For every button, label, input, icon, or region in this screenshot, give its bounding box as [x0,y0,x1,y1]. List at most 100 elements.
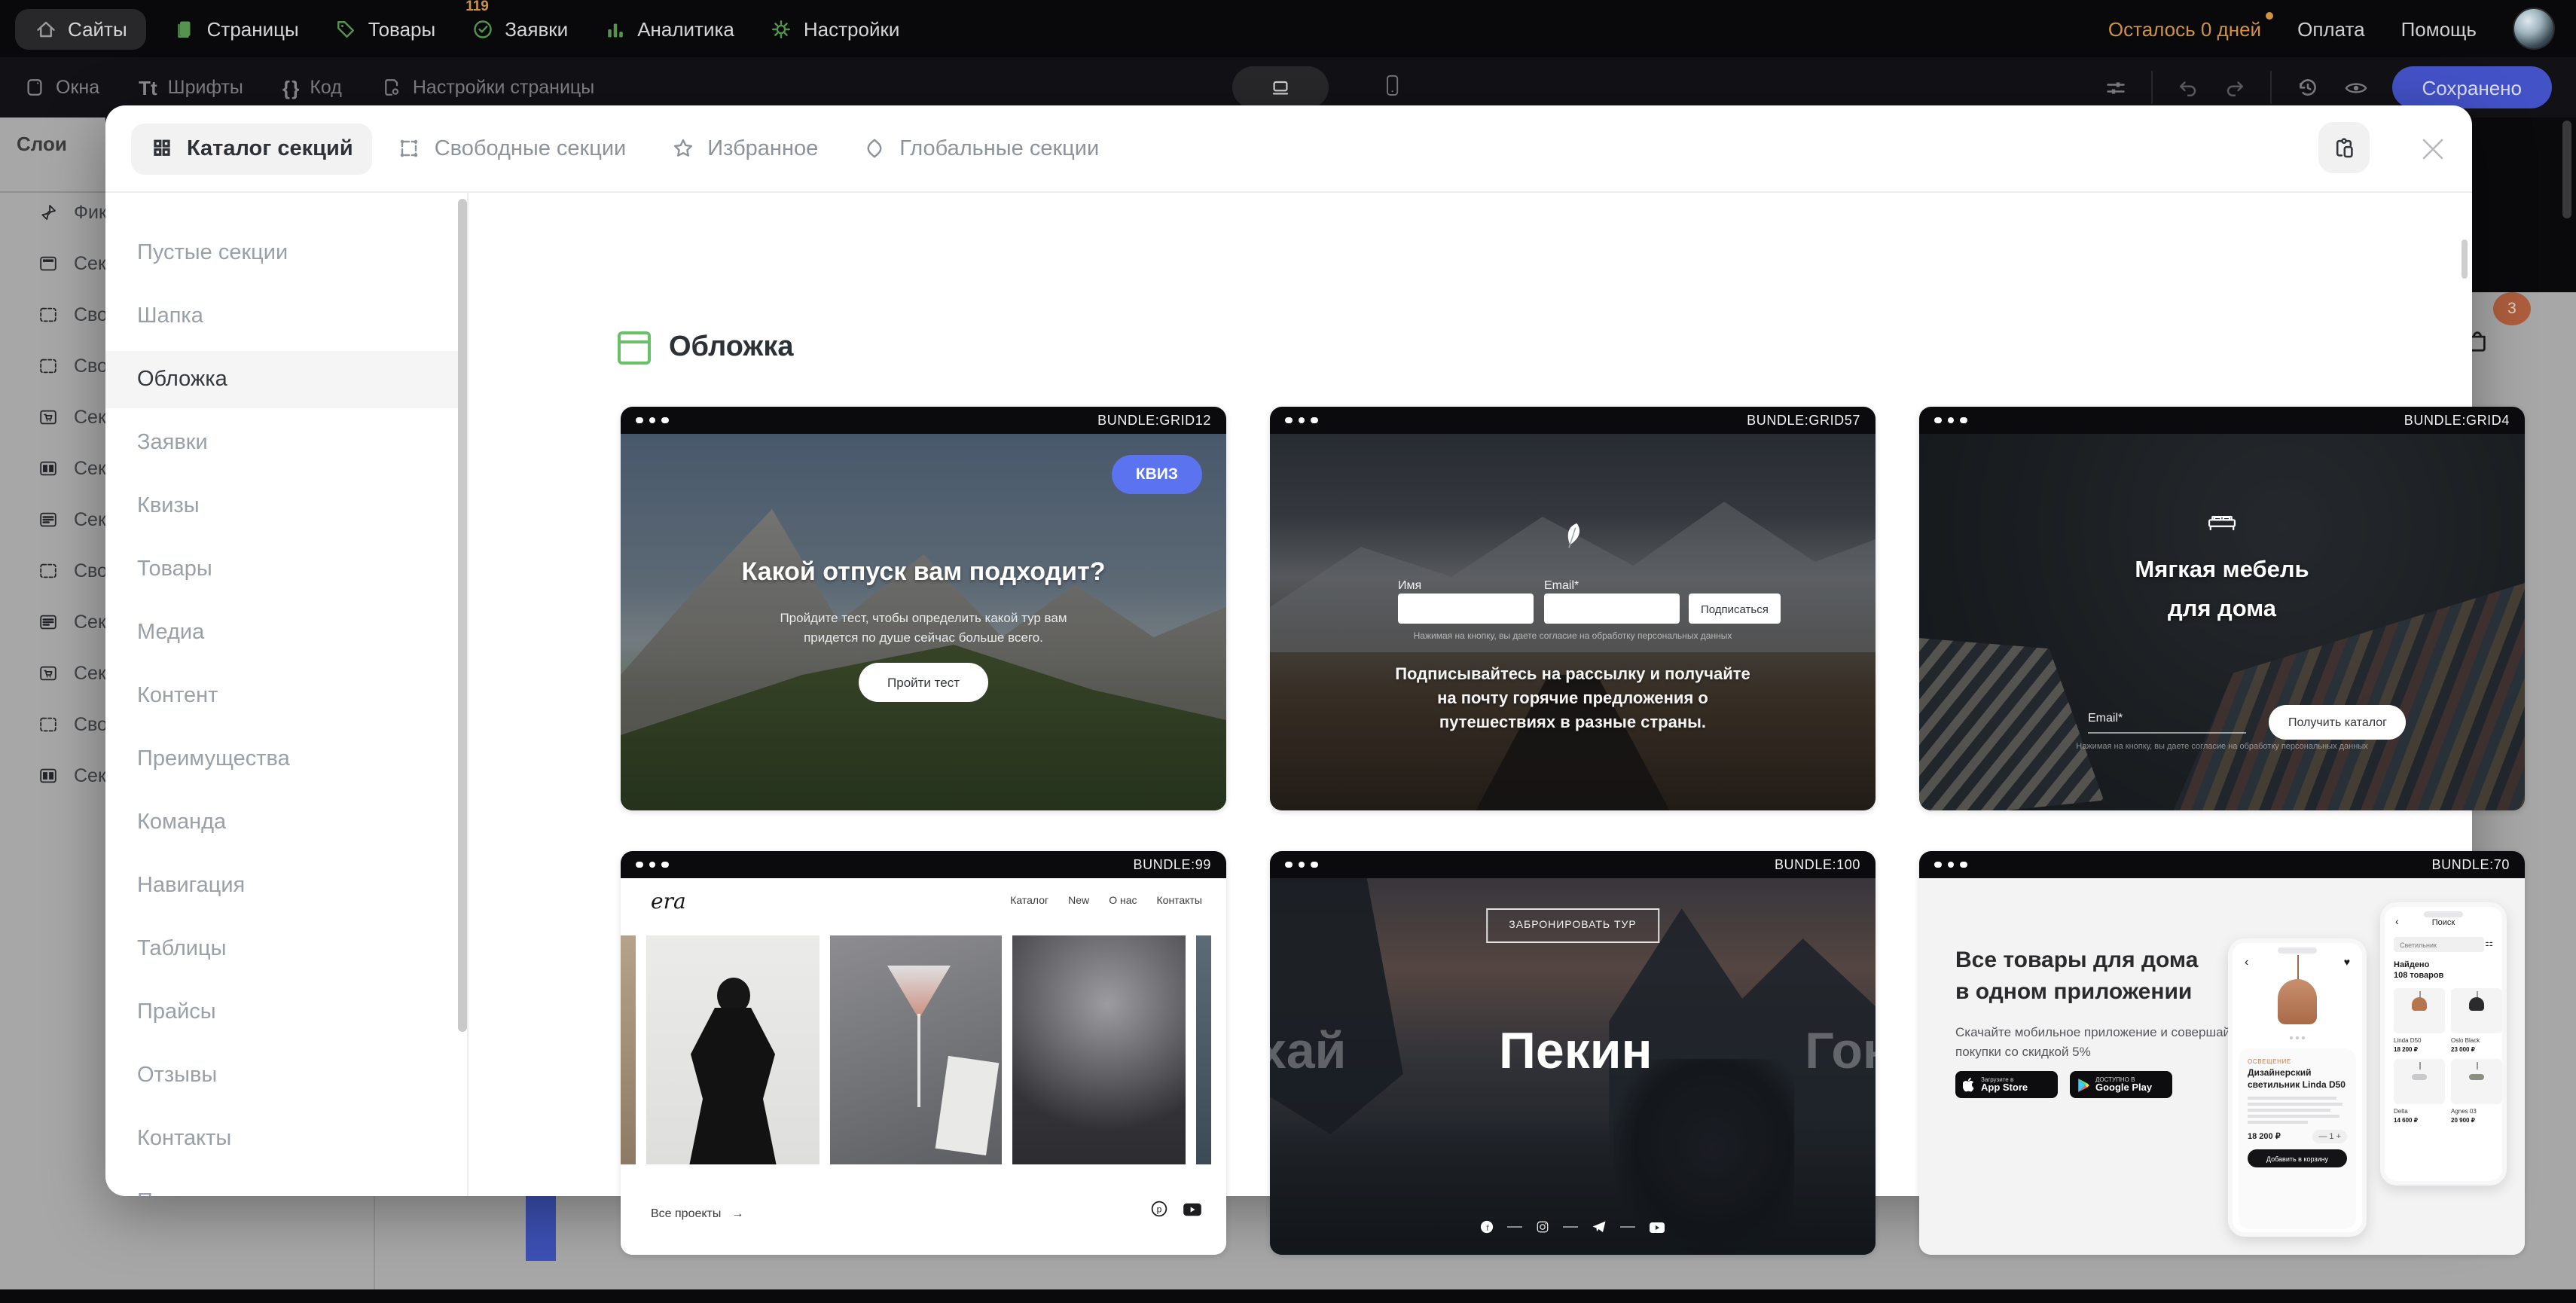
device-mobile-toggle[interactable] [1383,72,1401,99]
layer-item[interactable]: Сек [0,246,105,282]
nav-item-leads[interactable]: 119 Заявки [472,17,568,40]
modal-tab-bar: Каталог секций Свободные секции Избранно… [105,105,2472,191]
toolbar-windows-button[interactable]: Окна [24,77,99,98]
youtube-icon [1183,1201,1202,1216]
nav-item-help[interactable]: Помощь [2401,17,2477,40]
sidebar-item-tables[interactable]: Таблицы [105,920,467,978]
redo-icon[interactable] [2223,76,2245,99]
free-section-icon [38,714,59,735]
sidebar-item-benefits[interactable]: Преимущества [105,731,467,788]
layer-item[interactable]: Сек [0,758,105,794]
section-card-99[interactable]: BUNDLE:99 era Каталог New О нас Контакты [621,851,1226,1255]
layer-item[interactable]: Сек [0,655,105,691]
undo-icon[interactable] [2176,76,2199,99]
toolbar-divider [2269,71,2271,104]
pinterest-icon: p [1151,1201,1167,1217]
filter-icon: ⚏ [2485,938,2493,949]
fonts-icon: Tt [139,76,157,99]
layer-item[interactable]: Сво [0,706,105,743]
device-desktop-toggle[interactable] [1232,66,1329,108]
nav-item-pages[interactable]: Страницы [174,17,299,40]
saved-button[interactable]: Сохранено [2391,66,2552,108]
tab-free-sections[interactable]: Свободные секции [379,123,646,174]
settings-sliders-icon[interactable] [2104,76,2126,99]
sidebar-scrollbar-thumb[interactable] [458,199,467,1032]
layer-item[interactable]: Сво [0,348,105,384]
sidebar-item-header[interactable]: Шапка [105,288,467,345]
section-card-grid12[interactable]: BUNDLE:GRID12 КВИЗ Какой отпуск вам подх… [621,407,1226,810]
nav-item-label: Товары [368,17,435,40]
gallery-photo [1012,935,1186,1164]
sidebar-item-reviews[interactable]: Отзывы [105,1047,467,1104]
sidebar-item-content[interactable]: Контент [105,667,467,725]
sidebar-item-products[interactable]: Товары [105,541,467,598]
user-avatar[interactable] [2513,8,2555,50]
trial-days-left[interactable]: Осталось 0 дней [2108,17,2261,40]
cover-section-icon [618,331,651,365]
sidebar-item-cover[interactable]: Обложка [105,351,467,408]
section-card-70[interactable]: BUNDLE:70 Все товары для дома в одном пр… [1919,851,2525,1255]
layer-label: Сек [74,765,105,786]
nav-item-settings[interactable]: Настройки [771,17,900,40]
mobile-icon [1383,72,1401,99]
email-underline-input [2088,732,2246,734]
close-icon[interactable] [2418,134,2448,164]
section-card-100[interactable]: BUNDLE:100 ЗАБРОНИРОВАТЬ ТУР хай Пекин Г… [1270,851,1876,1255]
bundle-label: BUNDLE:GRID4 [2404,413,2510,428]
nav-item-analytics[interactable]: Аналитика [604,17,734,40]
columns-section-icon [38,458,59,479]
layer-label: Фик [74,202,105,223]
nav-item-products[interactable]: Товары [335,17,435,40]
preview-title: Мягкая мебель для дома [1919,551,2525,630]
history-icon[interactable] [2295,75,2319,99]
toolbar-code-button[interactable]: { } Код [282,76,342,99]
sidebar-item-media[interactable]: Медиа [105,604,467,661]
google-play-badge: ДОСТУПНО ВGoogle Play [2070,1071,2172,1098]
form-name-label: Имя [1398,578,1421,592]
preview-eye-icon[interactable] [2343,78,2367,97]
diamond-icon [863,137,886,160]
sidebar-item-navigation[interactable]: Навигация [105,857,467,914]
section-card-grid57[interactable]: BUNDLE:GRID57 Имя Email* Подписаться Наж… [1270,407,1876,810]
name-input [1398,594,1534,624]
sidebar-item-empty[interactable]: Пустые секции [105,224,467,282]
browser-bar: BUNDLE:GRID4 [1919,407,2525,434]
tab-favorites[interactable]: Избранное [652,123,838,174]
browser-dots-icon [1934,417,1967,424]
nav-item-label: Заявки [505,17,568,40]
bundle-label: BUNDLE:100 [1775,857,1860,872]
layer-item[interactable]: Фик [0,194,105,230]
apple-icon [1963,1077,1975,1092]
layer-item[interactable]: Сек [0,502,105,538]
tab-global-sections[interactable]: Глобальные секции [844,123,1119,174]
get-catalog-button: Получить каталог [2269,705,2407,740]
toolbar-fonts-button[interactable]: Tt Шрифты [139,76,243,99]
layer-item[interactable]: Сво [0,297,105,333]
nav-item-payment[interactable]: Оплата [2297,17,2364,40]
sidebar-item-contacts[interactable]: Контакты [105,1110,467,1167]
layer-item[interactable]: Сек [0,450,105,487]
sidebar-item-quizzes[interactable]: Квизы [105,478,467,535]
page-scrollbar-thumb[interactable] [2562,121,2571,218]
app-stage: Сайты Страницы Товары 119 Заявки Аналити… [0,0,2576,1303]
subscribe-button: Подписаться [1689,594,1781,624]
layers-panel-title: Слои [17,133,67,155]
bar-chart-icon [604,17,627,40]
gear-icon [771,17,793,40]
nav-item-sites[interactable]: Сайты [15,8,147,49]
layer-item[interactable]: Сек [0,399,105,435]
tab-sections-catalog[interactable]: Каталог секций [131,123,373,174]
section-card-grid4[interactable]: BUNDLE:GRID4 Мягкая мебель для дома Emai… [1919,407,2525,810]
sidebar-item-footer[interactable]: Подвал [105,1173,467,1196]
layer-item[interactable]: Сек [0,604,105,640]
slide-next: Гон [1805,1023,1876,1082]
toolbar-page-settings-button[interactable]: Настройки страницы [381,77,594,98]
product-category: ОСВЕЩЕНИЕ [2248,1057,2347,1065]
sidebar-item-team[interactable]: Команда [105,794,467,851]
layer-item[interactable]: Сво [0,553,105,589]
sidebar-item-prices[interactable]: Прайсы [105,984,467,1041]
sidebar-item-leads[interactable]: Заявки [105,414,467,471]
paste-section-button[interactable] [2318,122,2370,173]
modal-sidebar: Пустые секции Шапка Обложка Заявки Квизы… [105,193,467,1196]
instagram-icon [1536,1220,1549,1234]
